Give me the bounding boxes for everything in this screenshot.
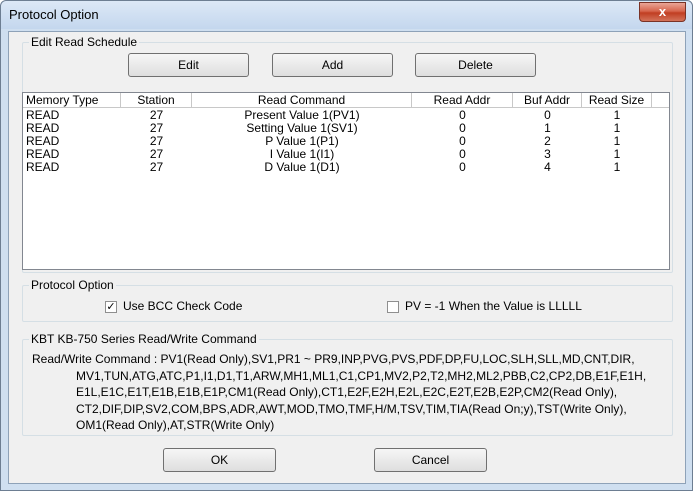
column-read-command[interactable]: Read Command <box>192 93 412 107</box>
command-line-1: Read/Write Command : PV1(Read Only),SV1,… <box>32 352 635 366</box>
list-header: Memory Type Station Read Command Read Ad… <box>23 93 669 108</box>
add-button[interactable]: Add <box>272 53 393 77</box>
command-line-2: MV1,TUN,ATG,ATC,P1,I1,D1,T1,ARW,MH1,ML1,… <box>76 368 647 383</box>
cancel-button[interactable]: Cancel <box>374 448 487 472</box>
ok-button[interactable]: OK <box>163 448 276 472</box>
title-bar[interactable]: Protocol Option x <box>1 1 692 29</box>
column-memory-type[interactable]: Memory Type <box>23 93 121 107</box>
window-title: Protocol Option <box>9 7 99 22</box>
table-row[interactable]: READ 27 P Value 1(P1) 0 2 1 <box>23 135 669 148</box>
cell-read-command: D Value 1(D1) <box>264 160 340 174</box>
dialog-client-area: Edit Read Schedule Edit Add Delete Memor… <box>8 31 686 484</box>
command-line-3: E1L,E1C,E1T,E1B,E1B,E1P,CM1(Read Only),C… <box>76 385 618 399</box>
pv-label[interactable]: PV = -1 When the Value is LLLLL <box>405 299 582 313</box>
cell-buf-addr: 4 <box>544 160 551 174</box>
cell-station: 27 <box>149 160 164 174</box>
close-icon: x <box>658 4 667 19</box>
table-row[interactable]: READ 27 D Value 1(D1) 0 4 1 <box>23 161 669 174</box>
close-button[interactable]: x <box>639 2 686 22</box>
column-buf-addr[interactable]: Buf Addr <box>513 93 582 107</box>
column-read-size[interactable]: Read Size <box>582 93 652 107</box>
protocol-option-window: Protocol Option x Edit Read Schedule Edi… <box>0 0 693 491</box>
edit-button[interactable]: Edit <box>128 53 249 77</box>
column-read-addr[interactable]: Read Addr <box>412 93 513 107</box>
table-row[interactable]: READ 27 I Value 1(I1) 0 3 1 <box>23 148 669 161</box>
column-station[interactable]: Station <box>121 93 192 107</box>
command-group-title: KBT KB-750 Series Read/Write Command <box>29 332 259 346</box>
delete-button[interactable]: Delete <box>415 53 536 77</box>
protocol-option-title: Protocol Option <box>29 278 116 292</box>
command-line-4: CT2,DIF,DIP,SV2,COM,BPS,ADR,AWT,MOD,TMO,… <box>76 401 627 416</box>
command-line-5: OM1(Read Only),AT,STR(Write Only) <box>76 418 275 432</box>
edit-read-schedule-title: Edit Read Schedule <box>29 35 140 49</box>
bcc-checkbox[interactable]: ✓ <box>105 301 117 313</box>
read-schedule-list[interactable]: Memory Type Station Read Command Read Ad… <box>22 92 670 270</box>
cell-read-addr: 0 <box>459 160 466 174</box>
cell-memory-type: READ <box>26 160 60 174</box>
pv-checkbox[interactable] <box>387 301 399 313</box>
cell-read-size: 1 <box>613 160 621 174</box>
checkmark-icon: ✓ <box>106 301 116 313</box>
bcc-label[interactable]: Use BCC Check Code <box>123 299 242 313</box>
table-row[interactable]: READ 27 Setting Value 1(SV1) 0 1 1 <box>23 122 669 135</box>
